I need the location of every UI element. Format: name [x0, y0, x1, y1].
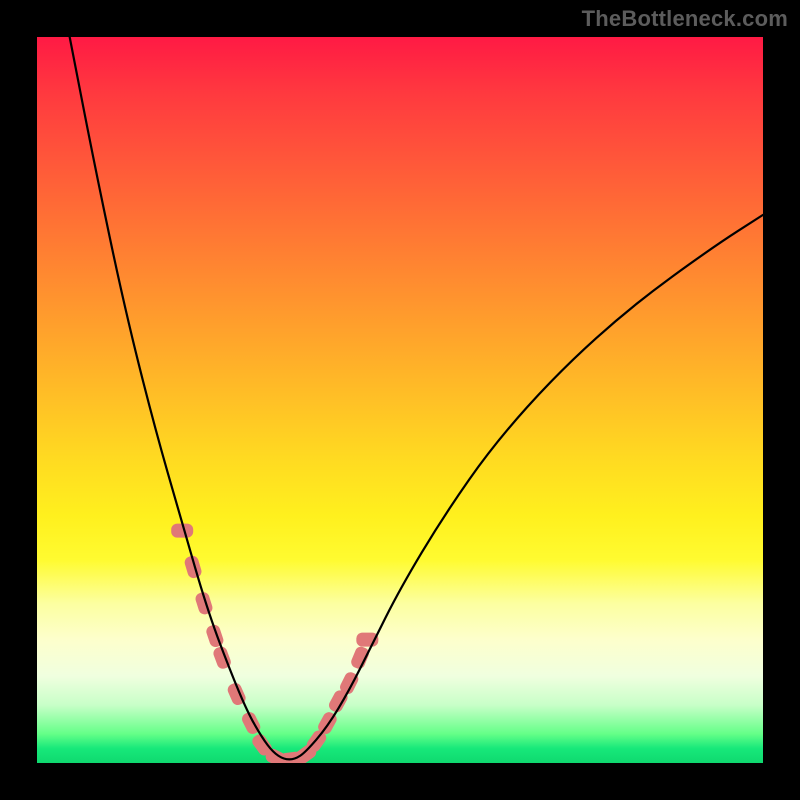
- bottleneck-curve: [70, 37, 763, 759]
- highlight-marker: [316, 710, 339, 736]
- highlight-marker: [240, 710, 262, 736]
- highlight-marker: [349, 645, 370, 671]
- highlight-marker: [183, 554, 203, 579]
- highlight-marker: [250, 732, 274, 758]
- highlight-marker: [205, 623, 225, 648]
- plot-area: [37, 37, 763, 763]
- highlight-marker: [338, 670, 360, 696]
- highlight-marker: [264, 747, 290, 763]
- highlight-marker: [304, 728, 328, 754]
- curve-layer: [37, 37, 763, 763]
- highlight-marker: [226, 681, 248, 707]
- chart-frame: TheBottleneck.com: [0, 0, 800, 800]
- highlight-markers-group: [171, 524, 378, 763]
- highlight-marker: [171, 524, 193, 538]
- watermark-label: TheBottleneck.com: [582, 6, 788, 32]
- highlight-marker: [212, 645, 233, 671]
- highlight-marker: [279, 751, 303, 763]
- highlight-marker: [356, 633, 378, 647]
- highlight-marker: [194, 591, 214, 616]
- highlight-marker: [327, 688, 350, 714]
- highlight-marker: [293, 742, 319, 763]
